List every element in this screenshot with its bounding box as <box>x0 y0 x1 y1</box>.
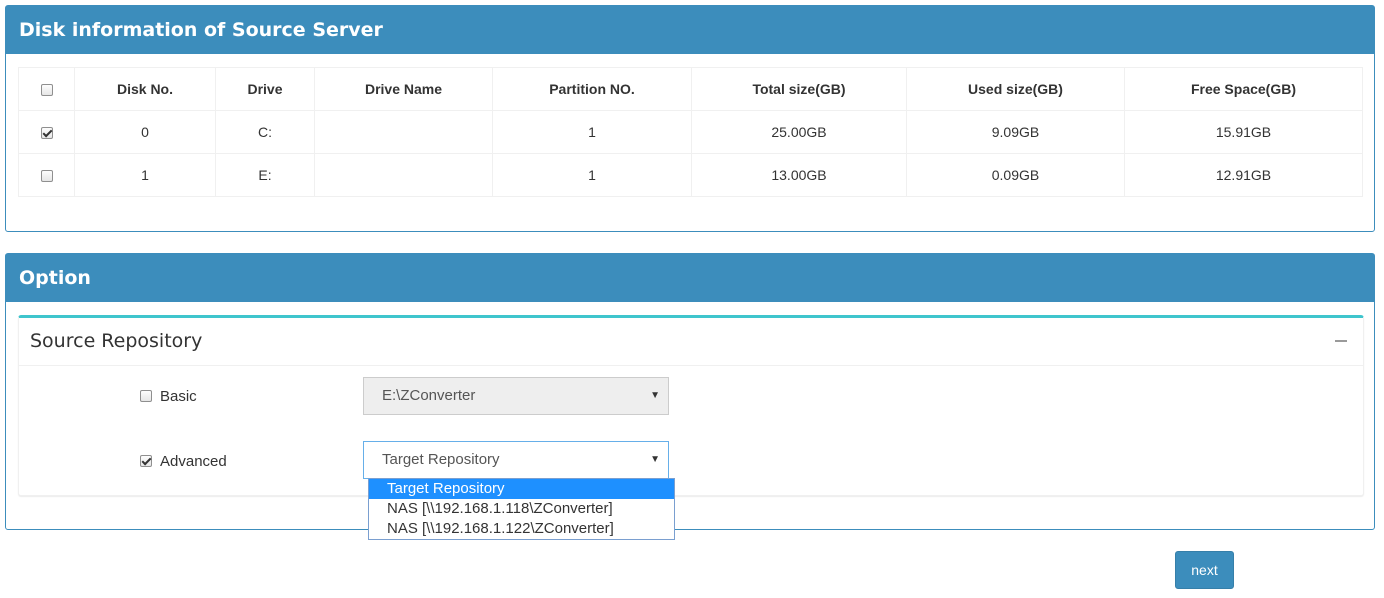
disk-table: Disk No. Drive Drive Name Partition NO. … <box>18 67 1363 197</box>
repository-dropdown-list[interactable]: Target Repository NAS [\\192.168.1.118\Z… <box>368 478 675 540</box>
advanced-repository-value: Target Repository <box>382 451 500 468</box>
option-panel: Option Source Repository <box>5 253 1375 530</box>
option-title: Option <box>6 254 1374 302</box>
column-header-drive: Drive <box>215 67 315 111</box>
advanced-option[interactable]: Advanced <box>140 453 227 470</box>
basic-checkbox[interactable] <box>140 390 152 402</box>
dropdown-caret-icon[interactable]: ▼ <box>650 442 660 478</box>
column-header-used-size: Used size(GB) <box>906 67 1125 111</box>
row-select-cell[interactable] <box>18 110 75 154</box>
free-space-cell: 12.91GB <box>1124 153 1363 197</box>
basic-label: Basic <box>160 388 197 405</box>
next-button[interactable]: next <box>1175 551 1234 589</box>
row-checkbox[interactable] <box>40 170 53 183</box>
collapse-icon[interactable] <box>1335 340 1347 342</box>
total-size-cell: 13.00GB <box>691 153 907 197</box>
dropdown-option-target-repository[interactable]: Target Repository <box>369 479 674 499</box>
drive-cell: E: <box>215 153 315 197</box>
partition-cell: 1 <box>492 110 692 154</box>
dropdown-option-nas-122[interactable]: NAS [\\192.168.1.122\ZConverter] <box>369 519 674 539</box>
column-header-free-space: Free Space(GB) <box>1124 67 1363 111</box>
select-all-checkbox[interactable] <box>40 84 53 97</box>
dropdown-option-nas-118[interactable]: NAS [\\192.168.1.118\ZConverter] <box>369 499 674 519</box>
disk-no-cell: 1 <box>74 153 216 197</box>
disk-table-header-row: Disk No. Drive Drive Name Partition NO. … <box>18 67 1363 111</box>
column-header-disk-no: Disk No. <box>74 67 216 111</box>
column-header-drive-name: Drive Name <box>314 67 493 111</box>
free-space-cell: 15.91GB <box>1124 110 1363 154</box>
basic-option[interactable]: Basic <box>140 388 197 405</box>
disk-no-cell: 0 <box>74 110 216 154</box>
disk-info-panel: Disk information of Source Server Disk N… <box>5 5 1375 232</box>
partition-cell: 1 <box>492 153 692 197</box>
advanced-repository-select[interactable]: Target Repository ▼ <box>363 441 669 479</box>
row-checkbox[interactable] <box>40 127 53 140</box>
drive-name-cell <box>314 153 493 197</box>
source-repository-title: Source Repository <box>19 318 1363 366</box>
advanced-checkbox[interactable] <box>140 455 152 467</box>
advanced-label: Advanced <box>160 453 227 470</box>
table-row[interactable]: 1 E: 1 13.00GB 0.09GB 12.91GB <box>18 153 1363 197</box>
column-header-partition-no: Partition NO. <box>492 67 692 111</box>
drive-name-cell <box>314 110 493 154</box>
basic-repository-select: E:\ZConverter ▼ <box>363 377 669 415</box>
disk-info-title: Disk information of Source Server <box>6 6 1374 54</box>
dropdown-caret-icon: ▼ <box>650 390 660 401</box>
table-row[interactable]: 0 C: 1 25.00GB 9.09GB 15.91GB <box>18 110 1363 154</box>
used-size-cell: 9.09GB <box>906 110 1125 154</box>
row-select-cell[interactable] <box>18 153 75 197</box>
drive-cell: C: <box>215 110 315 154</box>
total-size-cell: 25.00GB <box>691 110 907 154</box>
basic-repository-value: E:\ZConverter <box>382 387 476 404</box>
column-header-total-size: Total size(GB) <box>691 67 907 111</box>
used-size-cell: 0.09GB <box>906 153 1125 197</box>
select-all-cell[interactable] <box>18 67 75 111</box>
